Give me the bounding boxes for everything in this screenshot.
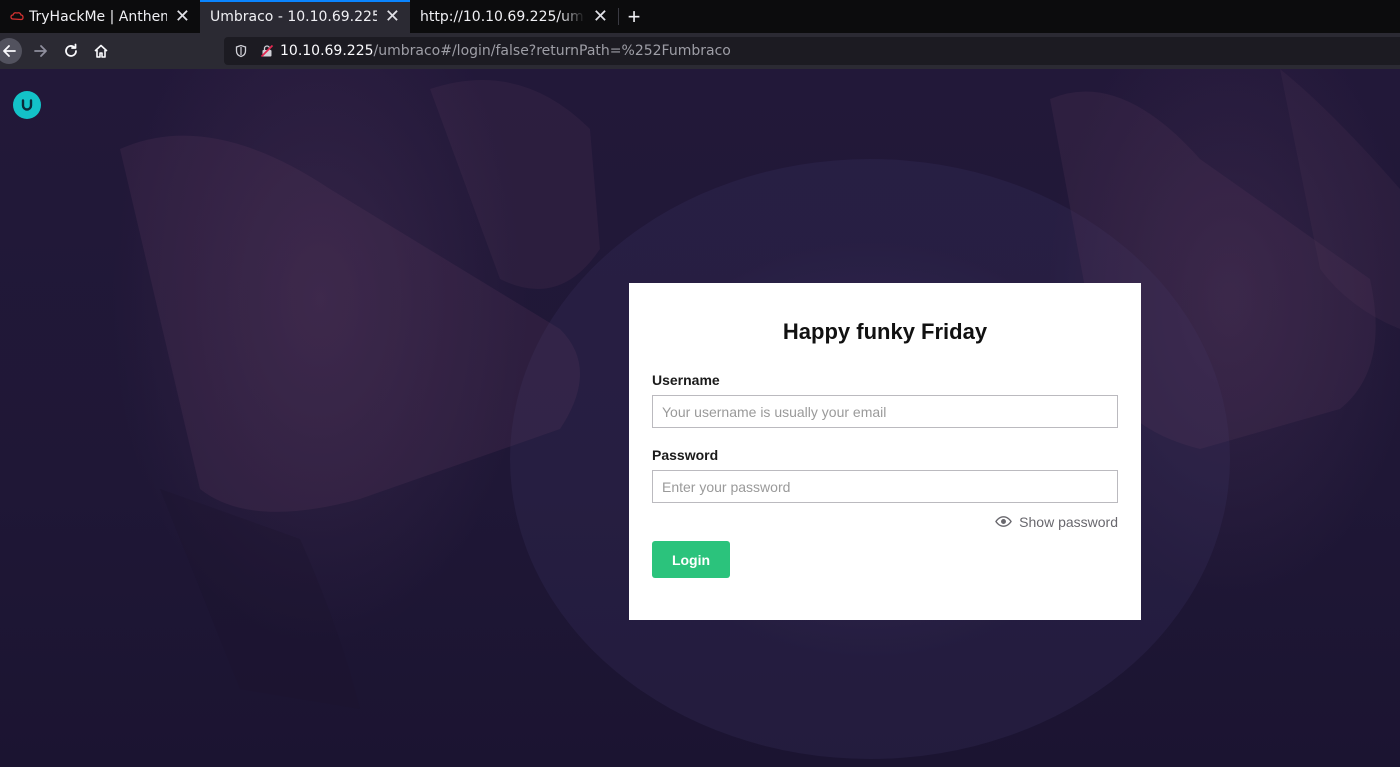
tryhackme-favicon-icon [10, 10, 24, 24]
show-password-toggle[interactable]: Show password [652, 513, 1118, 530]
close-icon[interactable]: ✕ [175, 7, 190, 26]
browser-nav-bar: 10.10.69.225/umbraco#/login/false?return… [0, 33, 1400, 69]
umbraco-logo-icon[interactable] [13, 91, 41, 119]
username-input[interactable] [652, 395, 1118, 428]
new-tab-button[interactable]: + [619, 0, 649, 33]
login-card: Happy funky Friday Username Password Sho… [629, 283, 1141, 620]
url-host: 10.10.69.225 [280, 43, 374, 59]
login-greeting: Happy funky Friday [782, 319, 988, 344]
tab-tryhackme[interactable]: TryHackMe | Anthem ✕ [0, 0, 200, 33]
shield-icon[interactable] [234, 44, 248, 58]
home-button[interactable] [86, 36, 116, 66]
tab-title: TryHackMe | Anthem [29, 8, 167, 25]
login-button[interactable]: Login [652, 541, 730, 578]
address-bar[interactable]: 10.10.69.225/umbraco#/login/false?return… [224, 37, 1400, 65]
password-input[interactable] [652, 470, 1118, 503]
close-icon[interactable]: ✕ [385, 7, 400, 26]
umbraco-login-page: Happy funky Friday Username Password Sho… [0, 69, 1400, 767]
password-label: Password [652, 447, 719, 463]
home-icon [94, 44, 108, 58]
show-password-label: Show password [1019, 513, 1118, 530]
tab-umbraco-url[interactable]: http://10.10.69.225/umbraco ✕ [410, 0, 618, 33]
forward-button[interactable] [26, 36, 56, 66]
arrow-left-icon [3, 45, 16, 57]
tab-title: Umbraco - 10.10.69.225 [210, 8, 377, 25]
reload-button[interactable] [56, 36, 86, 66]
eye-icon [995, 516, 1012, 527]
insecure-lock-icon[interactable] [260, 44, 274, 58]
reload-icon [65, 43, 77, 57]
back-button[interactable] [0, 38, 22, 64]
username-label: Username [652, 372, 720, 388]
tab-umbraco-active[interactable]: Umbraco - 10.10.69.225 ✕ [200, 0, 410, 33]
tab-title: http://10.10.69.225/umbraco [420, 8, 585, 25]
browser-tab-bar: TryHackMe | Anthem ✕ Umbraco - 10.10.69.… [0, 0, 1400, 33]
url-path: /umbraco#/login/false?returnPath=%252Fum… [373, 43, 731, 59]
close-icon[interactable]: ✕ [593, 7, 608, 26]
arrow-right-icon [34, 45, 47, 57]
